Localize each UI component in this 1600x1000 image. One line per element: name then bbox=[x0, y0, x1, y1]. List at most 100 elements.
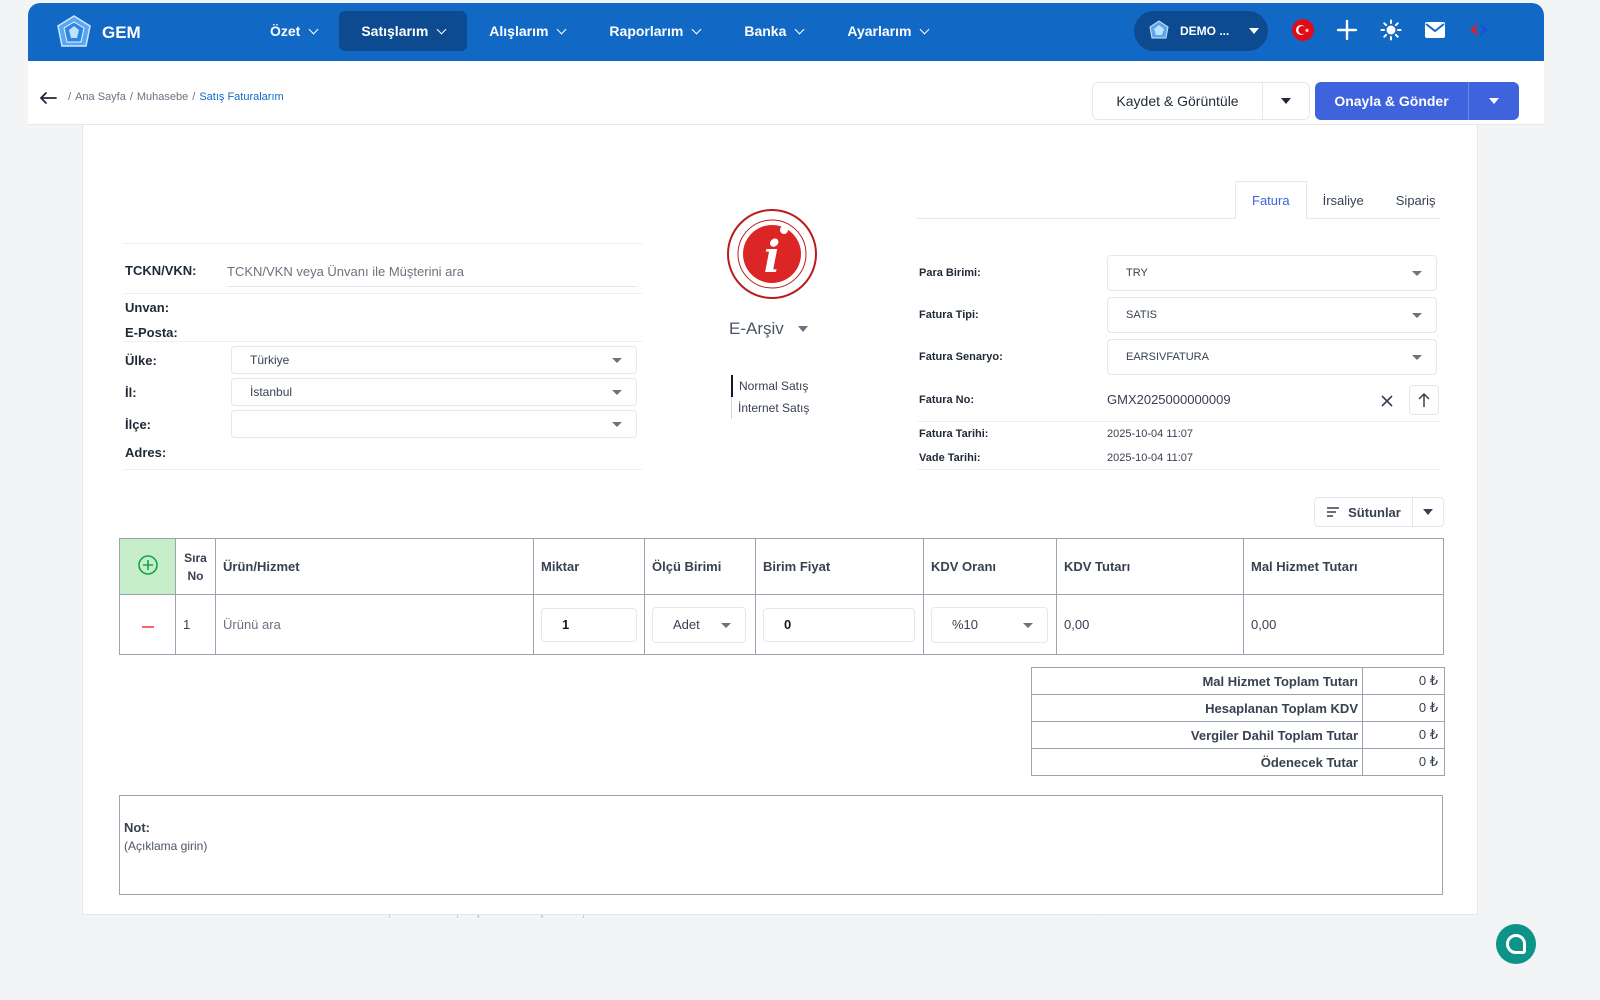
menu-alislarim-label: Alışlarım bbox=[489, 23, 549, 39]
vat-amount-value: 0,00 bbox=[1056, 594, 1244, 655]
sale-type-normal[interactable]: Normal Satış bbox=[731, 375, 809, 397]
save-view-dropdown-button[interactable] bbox=[1263, 83, 1309, 119]
menu-ozet-label: Özet bbox=[270, 23, 301, 39]
caret-down-icon bbox=[1423, 509, 1433, 515]
remove-row-cell[interactable] bbox=[119, 594, 176, 655]
district-select[interactable] bbox=[231, 410, 637, 438]
col-vat-rate: KDV Oranı bbox=[923, 538, 1057, 595]
breadcrumb: / Ana Sayfa / Muhasebe / Satış Faturalar… bbox=[68, 91, 284, 103]
breadcrumb-section[interactable]: Muhasebe bbox=[137, 91, 188, 103]
arrow-up-icon bbox=[1418, 392, 1430, 407]
due-date-label: Vade Tarihi: bbox=[919, 452, 981, 464]
gib-seal-logo: i bbox=[727, 209, 817, 299]
document-type-value: E-Arşiv bbox=[729, 319, 784, 338]
menu-satislarim[interactable]: Satışlarım bbox=[339, 11, 468, 51]
totals-label: Hesaplanan Toplam KDV bbox=[1031, 694, 1363, 722]
company-name: DEMO ... bbox=[1180, 24, 1230, 38]
col-sira-label: Sıra bbox=[184, 550, 207, 565]
col-qty: Miktar bbox=[533, 538, 645, 595]
breadcrumb-current[interactable]: Satış Faturalarım bbox=[199, 91, 283, 103]
invoice-scenario-label: Fatura Senaryo: bbox=[919, 351, 1003, 363]
menu-alislarim[interactable]: Alışlarım bbox=[467, 11, 587, 51]
caret-down-icon bbox=[1249, 28, 1260, 34]
chat-support-button[interactable] bbox=[1496, 924, 1536, 964]
invoice-scenario-select[interactable]: EARSIVFATURA bbox=[1107, 339, 1437, 375]
tab-irsaliye[interactable]: İrsaliye bbox=[1307, 181, 1380, 219]
back-arrow-icon[interactable] bbox=[38, 91, 58, 105]
due-date-value[interactable]: 2025-10-04 11:07 bbox=[1107, 452, 1193, 464]
city-label: İl: bbox=[125, 385, 137, 400]
unit-cell: Adet bbox=[644, 594, 756, 655]
tab-fatura[interactable]: Fatura bbox=[1235, 181, 1307, 219]
note-field[interactable]: Not: (Açıklama girin) bbox=[119, 795, 1443, 895]
add-circle-icon[interactable] bbox=[137, 554, 159, 576]
add-row-cell[interactable] bbox=[119, 538, 176, 595]
invoice-date-value[interactable]: 2025-10-04 11:07 bbox=[1107, 428, 1193, 440]
columns-button[interactable]: Sütunlar bbox=[1315, 498, 1413, 526]
city-value: İstanbul bbox=[250, 385, 293, 399]
price-input[interactable]: 0 bbox=[763, 607, 915, 642]
columns-label: Sütunlar bbox=[1348, 504, 1401, 520]
product-search-input[interactable]: Ürünü ara bbox=[215, 594, 534, 655]
menu-satislarim-label: Satışlarım bbox=[361, 23, 429, 39]
invoice-scenario-value: EARSIVFATURA bbox=[1126, 351, 1209, 363]
invoice-type-select[interactable]: SATIS bbox=[1107, 297, 1437, 333]
dropdown-arrow-icon bbox=[1412, 313, 1422, 318]
invoice-date-label: Fatura Tarihi: bbox=[919, 428, 989, 440]
save-view-button[interactable]: Kaydet & Görüntüle bbox=[1093, 83, 1263, 119]
country-select[interactable]: Türkiye bbox=[231, 346, 637, 374]
chevron-down-icon bbox=[920, 24, 930, 34]
currency-value: TRY bbox=[1126, 267, 1148, 279]
caret-down-icon bbox=[1489, 98, 1499, 104]
sale-type-internet[interactable]: İnternet Satış bbox=[731, 397, 809, 419]
list-icon bbox=[1327, 507, 1340, 517]
theme-sun-icon[interactable] bbox=[1378, 17, 1404, 43]
district-label: İlçe: bbox=[125, 417, 152, 432]
menu-ozet[interactable]: Özet bbox=[248, 11, 339, 51]
menu-ayarlarim[interactable]: Ayarlarım bbox=[825, 11, 950, 51]
note-placeholder: (Açıklama girin) bbox=[124, 839, 208, 853]
add-icon[interactable] bbox=[1334, 17, 1360, 43]
breadcrumb-sep: / bbox=[192, 91, 196, 103]
company-switcher[interactable]: DEMO ... bbox=[1134, 11, 1268, 51]
minus-icon[interactable] bbox=[141, 625, 155, 629]
chevron-down-icon bbox=[308, 24, 319, 34]
language-flag-tr-icon[interactable] bbox=[1290, 17, 1316, 43]
clear-icon[interactable] bbox=[1380, 394, 1394, 408]
increment-number-button[interactable] bbox=[1409, 385, 1439, 415]
dropdown-arrow-icon bbox=[1412, 271, 1422, 276]
totals-row: Ödenecek Tutar 0 ₺ bbox=[1031, 748, 1445, 776]
tab-siparis[interactable]: Sipariş bbox=[1380, 181, 1452, 219]
brand-logo[interactable]: GEM bbox=[54, 14, 141, 52]
invoice-number-value[interactable]: GMX2025000000009 bbox=[1107, 392, 1231, 407]
tckn-label: TCKN/VKN: bbox=[125, 263, 197, 278]
document-type-select[interactable]: E-Arşiv bbox=[729, 319, 808, 339]
divider bbox=[123, 243, 643, 244]
columns-dropdown-button[interactable] bbox=[1413, 498, 1443, 526]
unvan-label: Unvan: bbox=[125, 300, 170, 315]
totals-value: 0 ₺ bbox=[1362, 667, 1445, 695]
retailer-logo-icon[interactable] bbox=[1466, 17, 1492, 43]
mail-icon[interactable] bbox=[1422, 17, 1448, 43]
approve-send-dropdown-button[interactable] bbox=[1469, 82, 1519, 120]
dropdown-arrow-icon bbox=[1023, 622, 1033, 628]
divider bbox=[917, 469, 1441, 470]
svg-text:i: i bbox=[764, 232, 781, 283]
menu-raporlarim[interactable]: Raporlarım bbox=[587, 11, 722, 51]
totals-table: Mal Hizmet Toplam Tutarı 0 ₺ Hesaplanan T… bbox=[1031, 667, 1445, 776]
divider bbox=[123, 469, 643, 470]
app-window: GEM Özet Satışlarım Alışlarım Raporlarım… bbox=[28, 3, 1544, 976]
menu-banka[interactable]: Banka bbox=[722, 11, 825, 51]
columns-split-button: Sütunlar bbox=[1314, 497, 1444, 527]
approve-send-button[interactable]: Onayla & Gönder bbox=[1315, 82, 1469, 120]
unit-select[interactable]: Adet bbox=[652, 606, 746, 643]
totals-label: Ödenecek Tutar bbox=[1031, 748, 1363, 776]
dropdown-arrow-icon bbox=[612, 422, 622, 427]
vat-rate-select[interactable]: %10 bbox=[931, 606, 1048, 643]
qty-input[interactable]: 1 bbox=[541, 607, 637, 642]
currency-select[interactable]: TRY bbox=[1107, 255, 1437, 291]
breadcrumb-home[interactable]: Ana Sayfa bbox=[75, 91, 126, 103]
customer-search-input[interactable] bbox=[227, 257, 637, 287]
city-select[interactable]: İstanbul bbox=[231, 378, 637, 406]
chevron-down-icon bbox=[794, 24, 805, 34]
